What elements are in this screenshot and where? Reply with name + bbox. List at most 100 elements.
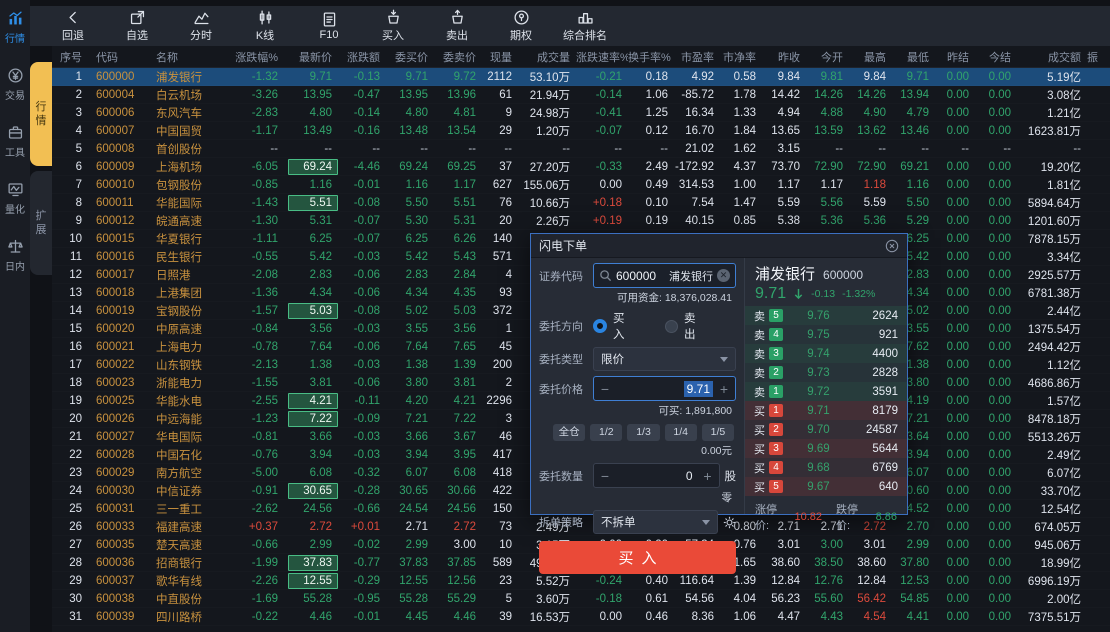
column-header-prev-close[interactable]: 昨收 [762,49,806,65]
position-button-1-4[interactable]: 1/4 [665,424,697,441]
cell-name: 中信证券 [146,483,226,499]
table-row[interactable]: 5600008首创股份------------------21.021.623.… [52,140,1110,158]
trend-line-icon [193,9,210,26]
plus-icon[interactable]: + [697,468,719,484]
table-row[interactable]: 3600006东风汽车-2.834.80-0.144.804.81924.98万… [52,104,1110,122]
cell-prev-settle: 0.00 [935,413,975,425]
position-button-1-2[interactable]: 1/2 [590,424,622,441]
column-header-chg-pct[interactable]: 涨跌幅% [226,49,284,65]
sidebar-item-intraday[interactable]: 日内 [5,238,25,273]
column-header-last[interactable]: 最新价 [284,49,338,65]
buy-submit-button[interactable]: 买入 [539,541,736,574]
cell-settle: 0.00 [975,503,1017,515]
bid-row-3[interactable]: 买39.695644 [745,439,907,458]
column-header-pb[interactable]: 市净率 [720,49,762,65]
table-row[interactable]: 1600000浦发银行-1.329.71-0.139.719.72211253.… [52,68,1110,86]
radio-sell[interactable]: 卖出 [665,310,706,342]
column-header-code[interactable]: 代码 [88,49,146,65]
security-code-input[interactable]: 600000 浦发银行 ✕ [593,263,736,288]
table-row[interactable]: 8600011华能国际-1.435.51-0.085.505.517610.66… [52,194,1110,212]
column-header-amp[interactable]: 振 [1087,49,1101,65]
ask-row-4[interactable]: 卖49.75921 [745,325,907,344]
column-header-prev-settle[interactable]: 昨结 [935,49,975,65]
table-row[interactable]: 7600010包钢股份-0.851.16-0.011.161.17627155.… [52,176,1110,194]
column-header-settle[interactable]: 今结 [975,49,1017,65]
plus-icon[interactable]: + [713,381,735,397]
sidebar-item-quotes[interactable]: 行情 [5,10,25,45]
bid-row-1[interactable]: 买19.718179 [745,401,907,420]
column-header-name[interactable]: 名称 [146,49,226,65]
toolbar-item-sell[interactable]: 卖出 [430,9,484,43]
cell-amount: 1.57亿 [1017,393,1087,409]
column-header-ask[interactable]: 委卖价 [434,49,482,65]
bid-row-4[interactable]: 买49.686769 [745,458,907,477]
cell-ask: 3.00 [434,539,482,551]
table-row[interactable]: 30600038中直股份-1.6955.28-0.9555.2855.2953.… [52,590,1110,608]
table-row[interactable]: 31600039四川路桥-0.224.46-0.014.454.463916.5… [52,608,1110,626]
column-header-seq[interactable]: 序号 [52,49,88,65]
ask-row-2[interactable]: 卖29.732828 [745,363,907,382]
toolbar-item-options[interactable]: 期权 [494,9,548,43]
column-header-high[interactable]: 最高 [849,49,892,65]
cell-last: 2.72 [284,521,338,533]
bid-row-5[interactable]: 买59.67640 [745,477,907,496]
split-strategy-select[interactable]: 不拆单 [593,510,718,534]
column-header-chg[interactable]: 涨跌额 [338,49,386,65]
cell-code: 600022 [88,359,146,371]
minus-icon[interactable]: − [594,381,616,397]
cell-bid: 13.48 [386,125,434,137]
toolbar-item-buy[interactable]: 买入 [366,9,420,43]
cell-chg-pct: -2.08 [226,269,284,281]
sidebar-item-quant[interactable]: 量化 [5,181,25,216]
close-icon[interactable] [885,239,899,253]
toolbar-item-kline[interactable]: K线 [238,9,292,43]
table-row[interactable]: 9600012皖通高速-1.305.31-0.075.305.31202.26万… [52,212,1110,230]
cell-chg-pct: +0.37 [226,521,284,533]
rail-tab-quotes[interactable]: 行情 [30,62,52,166]
column-header-amount[interactable]: 成交额 [1017,49,1087,65]
cell-settle: 0.00 [975,125,1017,137]
price-stepper[interactable]: − 9.71 + [593,376,736,401]
sidebar-item-tools[interactable]: 工具 [5,124,25,159]
clear-icon[interactable]: ✕ [717,269,730,282]
quantity-stepper[interactable]: − 0 + [593,463,720,488]
toolbar-item-timeshare[interactable]: 分时 [174,9,228,43]
ask-row-5[interactable]: 卖59.762624 [745,306,907,325]
column-header-pe[interactable]: 市盈率 [674,49,720,65]
table-row[interactable]: 2600004白云机场-3.2613.95-0.4713.9513.966121… [52,86,1110,104]
column-header-volume[interactable]: 成交量 [518,49,576,65]
bid-row-2[interactable]: 买29.7024587 [745,420,907,439]
order-type-select[interactable]: 限价 [593,347,736,371]
table-row[interactable]: 4600007中国国贸-1.1713.49-0.1613.4813.54291.… [52,122,1110,140]
column-header-open[interactable]: 今开 [806,49,849,65]
cell-ask: 37.85 [434,557,482,569]
position-button-full[interactable]: 全仓 [553,424,585,441]
cell-chg: -0.01 [338,611,386,623]
rail-tab-expand[interactable]: 扩展 [30,171,52,275]
ask-row-1[interactable]: 卖19.723591 [745,382,907,401]
table-row[interactable]: 29600037歌华有线-2.2612.55-0.2912.5512.56235… [52,572,1110,590]
position-button-1-3[interactable]: 1/3 [627,424,659,441]
radio-buy[interactable]: 买入 [593,310,635,342]
toolbar-item-back[interactable]: 回退 [46,9,100,43]
gear-icon[interactable] [723,516,736,529]
toolbar-item-f10[interactable]: F10 [302,11,356,41]
position-button-1-5[interactable]: 1/5 [702,424,734,441]
cell-cur-vol: 20 [482,215,518,227]
cell-settle: 0.00 [975,323,1017,335]
column-header-turnover[interactable]: 换手率% [628,49,674,65]
minus-icon[interactable]: − [594,468,616,484]
table-row[interactable]: 6600009上海机场-6.0569.24-4.4669.2469.253727… [52,158,1110,176]
column-header-speed[interactable]: 涨跌速率% [576,49,628,65]
cell-cur-vol: 29 [482,125,518,137]
toolbar-item-ranking[interactable]: 综合排名 [558,9,612,43]
ask-row-3[interactable]: 卖39.744400 [745,344,907,363]
column-header-cur-vol[interactable]: 现量 [482,49,518,65]
column-header-bid[interactable]: 委买价 [386,49,434,65]
column-header-low[interactable]: 最低 [892,49,935,65]
toolbar-item-watchlist[interactable]: 自选 [110,9,164,43]
sidebar-item-trade[interactable]: 交易 [5,67,25,102]
cell-name: 上海机场 [146,159,226,175]
cell-settle: 0.00 [975,593,1017,605]
cell-chg: -0.06 [338,287,386,299]
